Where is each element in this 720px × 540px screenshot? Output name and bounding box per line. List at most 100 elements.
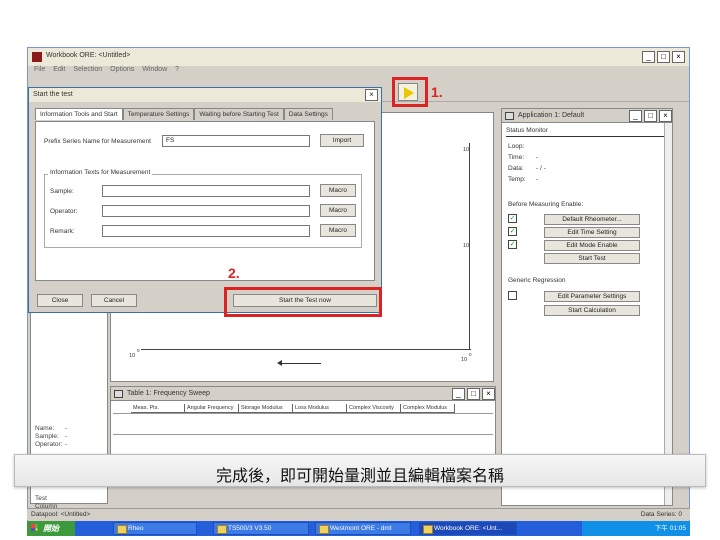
table-header: Meas. Pts. xyxy=(131,404,185,413)
cancel-button[interactable]: Cancel xyxy=(91,294,137,307)
import-button[interactable]: Import xyxy=(320,134,364,147)
window-title: Workbook ORE: <Untitled> xyxy=(46,52,131,59)
lower-row: Test xyxy=(35,495,47,502)
info-row: Operator: - xyxy=(35,441,68,448)
tab-data-settings[interactable]: Data Settings xyxy=(283,108,333,120)
status-row: Time: - xyxy=(508,154,539,161)
task-westmont[interactable]: Westmont ORE - dmt xyxy=(315,522,411,535)
table-header: Complex Viscosity xyxy=(347,404,401,413)
tab-waiting[interactable]: Waiting before Starting Test xyxy=(194,108,284,120)
checkbox[interactable]: ✓ xyxy=(508,214,517,223)
status-left: Datapool: <Untitled> xyxy=(31,511,91,518)
group-label: Information Texts for Measurement xyxy=(48,169,153,176)
axis-arrow xyxy=(277,360,321,366)
maximize-icon[interactable]: □ xyxy=(644,110,657,122)
sample-input[interactable] xyxy=(102,185,310,197)
table-body xyxy=(113,413,493,435)
sample-label: Sample: xyxy=(50,188,74,195)
table-icon xyxy=(114,390,123,398)
maximize-icon[interactable]: □ xyxy=(467,388,480,400)
table-header: Loss Modulus xyxy=(293,404,347,413)
regression-label: Generic Regression xyxy=(508,277,566,284)
status-row: Loop: xyxy=(508,143,525,150)
parameter-settings-button[interactable]: Edit Parameter Settings xyxy=(544,291,640,302)
tick-x-right-exp: 0 xyxy=(469,352,472,357)
mode-enable-button[interactable]: Edit Mode Enable xyxy=(544,240,640,251)
task-ts500[interactable]: TS500/3 V3.50 xyxy=(213,522,309,535)
close-icon[interactable]: × xyxy=(365,89,378,101)
task-rheo[interactable]: Rheo xyxy=(113,522,197,535)
status-monitor-label: Status Monitor xyxy=(506,127,548,134)
operator-label: Operator: xyxy=(50,208,78,215)
minimize-icon[interactable]: _ xyxy=(629,110,642,122)
menubar: File Edit Selection Options Window ? xyxy=(28,66,689,78)
tick-x-left-exp: 0 xyxy=(137,348,140,353)
close-icon[interactable]: × xyxy=(482,388,495,400)
remark-input[interactable] xyxy=(102,225,310,237)
left-info-rows: Name: - Sample: - Operator: - xyxy=(35,425,95,449)
menu-edit[interactable]: Edit xyxy=(53,66,65,78)
screen: Workbook ORE: <Untitled> _ □ × File Edit… xyxy=(0,0,720,540)
tick-y-mid: 10 xyxy=(463,243,470,249)
application-panel: Application 1: Default _ □ × Status Moni… xyxy=(501,108,673,506)
close-button[interactable]: Close xyxy=(37,294,83,307)
start-button[interactable]: 開始 xyxy=(27,521,75,536)
app-icon xyxy=(32,52,42,62)
checkbox[interactable]: ✓ xyxy=(508,227,517,236)
start-test-dialog: Start the test × Information Tools and S… xyxy=(28,87,382,313)
highlight-box-1 xyxy=(392,77,428,107)
scrollbar[interactable] xyxy=(664,123,672,505)
minimize-icon[interactable]: _ xyxy=(452,388,465,400)
close-icon[interactable]: × xyxy=(672,51,685,63)
remark-label: Remark: xyxy=(50,228,75,235)
menu-help[interactable]: ? xyxy=(175,66,179,78)
close-icon[interactable]: × xyxy=(659,110,672,122)
start-calculation-button[interactable]: Start Calculation xyxy=(544,305,640,316)
annotation-step-1: 1. xyxy=(431,84,443,100)
operator-macro-button[interactable]: Macro xyxy=(320,204,356,217)
info-row: Name: - xyxy=(35,425,68,432)
dialog-title: Start the test xyxy=(33,91,73,98)
time-setting-button[interactable]: Edit Time Setting xyxy=(544,227,640,238)
tick-x-left: 10 xyxy=(129,353,136,359)
table-titlebar: Table 1: Frequency Sweep _ □ × xyxy=(111,387,495,401)
menu-options[interactable]: Options xyxy=(110,66,134,78)
table-header: Angular Frequency xyxy=(185,404,239,413)
tab-information[interactable]: Information Tools and Start xyxy=(35,108,123,120)
sample-macro-button[interactable]: Macro xyxy=(320,184,356,197)
start-test-panel-button[interactable]: Start Test xyxy=(544,253,640,264)
x-axis xyxy=(141,349,471,350)
status-rows: Loop: Time: - Data: - / - Temp: - xyxy=(508,141,564,185)
table-title: Table 1: Frequency Sweep xyxy=(127,390,210,397)
menu-selection[interactable]: Selection xyxy=(73,66,102,78)
operator-input[interactable] xyxy=(102,205,310,217)
highlight-box-2 xyxy=(224,287,382,317)
minimize-icon[interactable]: _ xyxy=(642,51,655,63)
maximize-icon[interactable]: □ xyxy=(657,51,670,63)
status-right: Data Series: 0 xyxy=(640,511,682,518)
menu-window[interactable]: Window xyxy=(142,66,167,78)
tick-x-right: 10 xyxy=(461,357,468,363)
rheometer-button[interactable]: Default Rheometer... xyxy=(544,214,640,225)
caption-text: 完成後，即可開始量測並且編輯檔案名稱 xyxy=(215,466,504,485)
status-row: Data: - / - xyxy=(508,165,546,172)
info-row: Sample: - xyxy=(35,433,68,440)
checkbox[interactable]: ✓ xyxy=(508,240,517,249)
prefix-input[interactable]: FS xyxy=(162,135,310,147)
dialog-tab-body: Prefix Series Name for Measurement FS Im… xyxy=(35,121,375,281)
tab-temperature[interactable]: Temperature Settings xyxy=(122,108,195,120)
system-tray: 下午 01:05 xyxy=(582,521,690,536)
prefix-label: Prefix Series Name for Measurement xyxy=(44,138,151,145)
dialog-tabs: Information Tools and Start Temperature … xyxy=(35,108,333,120)
y-axis xyxy=(469,143,470,349)
divider xyxy=(506,136,669,137)
status-bar: Datapool: <Untitled> Data Series: 0 xyxy=(27,508,690,520)
window-controls: _ □ × xyxy=(642,51,685,63)
task-workbook[interactable]: Workbook ORE: <Unt... xyxy=(419,522,517,535)
status-row: Temp: - xyxy=(508,176,539,183)
remark-macro-button[interactable]: Macro xyxy=(320,224,356,237)
menu-file[interactable]: File xyxy=(34,66,45,78)
checkbox[interactable] xyxy=(508,291,517,300)
application-icon xyxy=(505,112,514,120)
application-controls: _ □ × xyxy=(629,110,672,122)
